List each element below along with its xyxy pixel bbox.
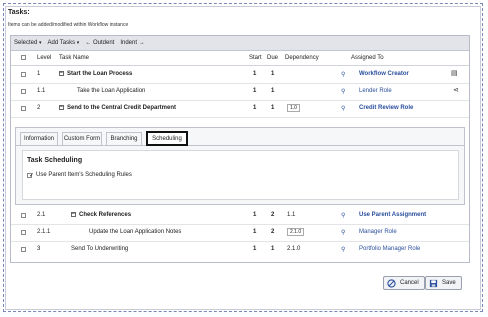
row-level: 2.1 [37, 212, 46, 218]
row-level: 1.1 [37, 88, 46, 94]
tab-information[interactable]: Information [20, 132, 58, 145]
row-task-name[interactable]: − Check References [71, 212, 131, 218]
row-dependency[interactable]: 2.1.0 [287, 246, 300, 252]
row-checkbox[interactable] [21, 213, 26, 218]
row-due: 2 [271, 229, 275, 235]
row-assigned-to[interactable]: Workflow Creator [359, 71, 409, 77]
col-dependency: Dependency [285, 55, 319, 61]
collapse-icon[interactable]: − [59, 105, 64, 110]
panel-title: Tasks: [8, 9, 30, 16]
col-assigned-to: Assigned To [351, 55, 384, 61]
tab-scheduling[interactable]: Scheduling [146, 131, 188, 146]
row-checkbox[interactable] [21, 89, 26, 94]
table-row[interactable]: 2.1 − Check References 1 2 1.1 ⚲ Use Pare… [11, 207, 469, 225]
row-level: 3 [37, 246, 41, 252]
caret-down-icon: ▾ [76, 40, 80, 46]
assign-icon[interactable]: ⚲ [341, 71, 345, 78]
task-detail-panel: Information Custom Form Branching Schedu… [15, 127, 465, 205]
row-checkbox[interactable] [21, 106, 26, 111]
row-checkbox[interactable] [21, 247, 26, 252]
row-assigned-to[interactable]: Portfolio Manager Role [359, 246, 420, 252]
row-task-name[interactable]: − Start the Loan Process [59, 71, 132, 77]
row-dependency[interactable]: 2.1.0 [287, 228, 305, 236]
assign-icon[interactable]: ⚲ [341, 229, 345, 236]
indent-button[interactable]: Indent → [117, 40, 147, 46]
row-level: 2.1.1 [37, 229, 51, 235]
panel-subtitle: Items can be added/modified within Workf… [8, 22, 129, 28]
row-assigned-to[interactable]: Lender Role [359, 88, 392, 94]
outdent-icon: ← [85, 40, 92, 46]
add-tasks-dropdown[interactable]: Add Tasks ▾ [45, 40, 83, 46]
assign-icon[interactable]: ⚲ [341, 88, 345, 95]
row-task-name[interactable]: Send To Underwriting [71, 246, 128, 252]
scheduling-panel: Task Scheduling ✓ Use Parent Item's Sche… [22, 150, 459, 200]
tab-branching[interactable]: Branching [106, 132, 142, 145]
row-due: 1 [271, 88, 275, 94]
row-task-name[interactable]: Take the Loan Application [77, 88, 145, 94]
branch-icon[interactable]: ⋖ [453, 86, 459, 94]
collapse-icon[interactable]: − [59, 71, 64, 76]
tab-custom-form[interactable]: Custom Form [62, 132, 102, 145]
row-level: 1 [37, 71, 41, 77]
row-dependency[interactable]: 1.1 [287, 212, 295, 218]
row-assigned-to[interactable]: Use Parent Assignment [359, 212, 426, 218]
indent-icon: → [138, 40, 145, 46]
row-due: 1 [271, 105, 275, 111]
cancel-icon [387, 279, 396, 288]
save-icon [429, 279, 438, 288]
row-checkbox[interactable] [21, 72, 26, 77]
col-due: Due [267, 55, 279, 61]
col-start: Start [249, 55, 262, 61]
row-assigned-to[interactable]: Credit Review Role [359, 105, 413, 111]
check-icon: ✓ [29, 173, 35, 179]
section-title: Task Scheduling [27, 157, 83, 164]
row-dependency[interactable]: 1.0 [287, 104, 300, 112]
use-parent-scheduling-label: Use Parent Item's Scheduling Rules [36, 172, 132, 178]
row-task-name[interactable]: − Send to the Central Credit Department [59, 105, 176, 111]
row-assigned-to[interactable]: Manager Role [359, 229, 397, 235]
row-start: 1 [253, 212, 257, 218]
collapse-icon[interactable]: − [71, 212, 76, 217]
row-start: 1 [253, 88, 257, 94]
row-due: 1 [271, 71, 275, 77]
row-start: 1 [253, 229, 257, 235]
col-task-name: Task Name [59, 55, 90, 61]
table-row[interactable]: 2 − Send to the Central Credit Department… [11, 100, 469, 118]
row-start: 1 [253, 105, 257, 111]
row-start: 1 [253, 246, 257, 252]
table-row[interactable]: 3 Send To Underwriting 1 1 2.1.0 ⚲ Portf… [11, 241, 469, 258]
caret-down-icon: ▾ [39, 40, 42, 46]
row-checkbox[interactable] [21, 230, 26, 235]
document-icon[interactable]: ▤ [451, 69, 458, 77]
detail-tabs: Information Custom Form Branching Schedu… [16, 128, 464, 146]
assign-icon[interactable]: ⚲ [341, 105, 345, 112]
row-due: 2 [271, 212, 275, 218]
row-start: 1 [253, 71, 257, 77]
table-row[interactable]: 1 − Start the Loan Process 1 1 ⚲ Workflow… [11, 66, 469, 84]
row-task-name[interactable]: Update the Loan Application Notes [89, 229, 181, 235]
select-all-checkbox[interactable] [21, 55, 26, 60]
cancel-button[interactable]: Cancel [383, 276, 425, 290]
save-button[interactable]: Save [425, 276, 462, 290]
table-row[interactable]: 2.1.1 Update the Loan Application Notes … [11, 224, 469, 242]
task-grid: Selected ▾ Add Tasks ▾ ← Outdent Indent … [10, 35, 470, 263]
row-due: 1 [271, 246, 275, 252]
col-level: Level [37, 55, 52, 61]
outdent-button[interactable]: ← Outdent [82, 40, 117, 46]
row-level: 2 [37, 105, 41, 111]
assign-icon[interactable]: ⚲ [341, 212, 345, 219]
assign-icon[interactable]: ⚲ [341, 246, 345, 253]
grid-toolbar: Selected ▾ Add Tasks ▾ ← Outdent Indent … [11, 36, 469, 51]
table-row[interactable]: 1.1 Take the Loan Application 1 1 ⚲ Lend… [11, 83, 469, 101]
selected-dropdown[interactable]: Selected ▾ [11, 40, 45, 46]
grid-header: Level Task Name Start Due Dependency Ass… [11, 51, 469, 66]
